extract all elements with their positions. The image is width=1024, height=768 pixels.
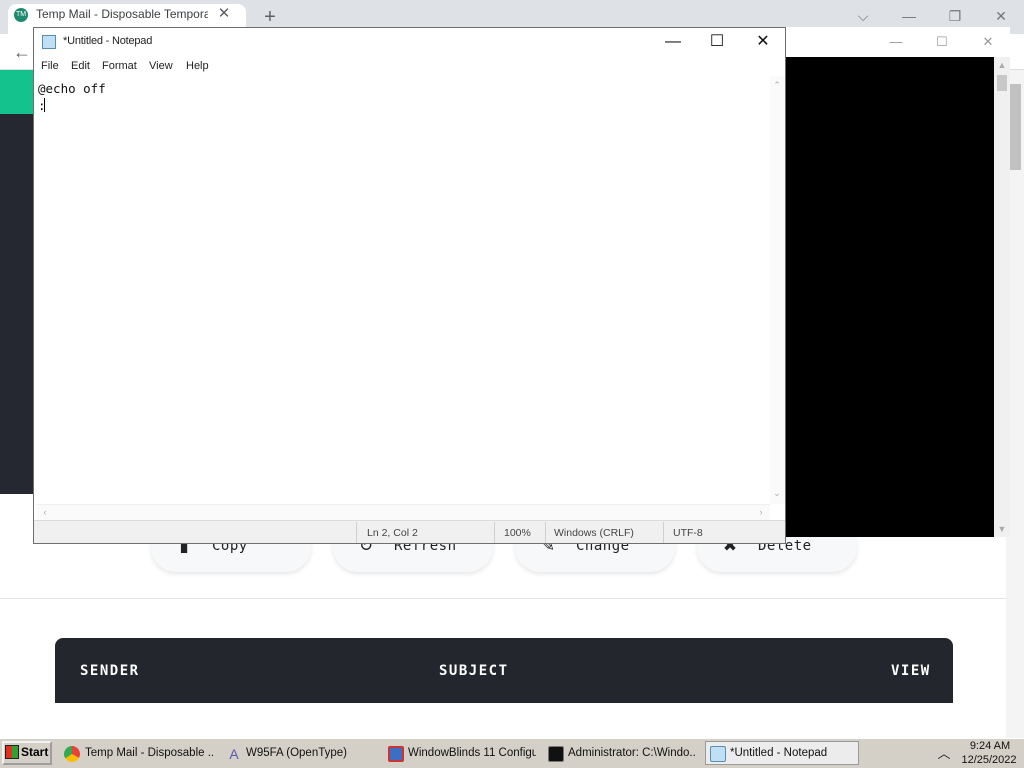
menu-format[interactable]: Format: [102, 60, 137, 72]
section-divider: [0, 598, 1006, 599]
tray-chevron-icon[interactable]: ︿: [934, 744, 954, 764]
taskbar-label-chrome: Temp Mail - Disposable ...: [85, 747, 213, 759]
console-maximize-button[interactable]: ☐: [922, 31, 962, 53]
start-label: Start: [21, 745, 49, 759]
site-hero-panel: [0, 114, 34, 494]
tray-clock-date[interactable]: 12/25/2022: [957, 754, 1021, 766]
page-scroll-thumb[interactable]: [1009, 84, 1021, 170]
browser-minimize-button[interactable]: —: [886, 3, 932, 29]
scroll-right-icon[interactable]: ›: [754, 507, 768, 517]
notepad-maximize-button[interactable]: ☐: [694, 30, 740, 54]
console-scroll-thumb[interactable]: [997, 75, 1007, 91]
chrome-icon: [64, 746, 80, 762]
notepad-icon: [42, 35, 56, 49]
menu-edit[interactable]: Edit: [71, 60, 90, 72]
menu-help[interactable]: Help: [186, 60, 209, 72]
inbox-table-body: [55, 703, 953, 739]
notepad-window: *Untitled - Notepad — ☐ ✕ File Edit Form…: [33, 27, 786, 544]
text-caret: [44, 98, 45, 112]
back-arrow-icon[interactable]: ←: [10, 40, 34, 64]
status-encoding: UTF-8: [673, 527, 703, 539]
notepad-minimize-button[interactable]: —: [650, 30, 696, 54]
notepad-close-button[interactable]: ✕: [740, 30, 786, 54]
console-minimize-button[interactable]: —: [876, 31, 916, 53]
notepad-status-bar: Ln 2, Col 2 100% Windows (CRLF) UTF-8: [34, 520, 785, 543]
windows-logo-icon: [5, 745, 19, 759]
menu-file[interactable]: File: [41, 60, 59, 72]
notepad-menubar: File Edit Format View Help: [34, 56, 785, 76]
scroll-down-icon[interactable]: ⌄: [770, 488, 784, 499]
inbox-col-sender: SENDER: [80, 663, 140, 679]
tab-close-icon[interactable]: ✕: [216, 5, 232, 23]
notepad-content[interactable]: @echo off :: [38, 80, 106, 114]
status-zoom: 100%: [504, 527, 531, 539]
status-separator: [663, 522, 664, 543]
site-header-accent: [0, 70, 34, 114]
tab-search-dropdown-icon[interactable]: ⌵: [840, 3, 886, 29]
taskbar-label-windowblinds: WindowBlinds 11 Configu...: [408, 747, 536, 759]
notepad-icon: [710, 746, 726, 762]
font-icon: A: [229, 746, 239, 762]
taskbar-label-console: Administrator: C:\Windo...: [568, 747, 696, 759]
scroll-up-icon[interactable]: ⌃: [770, 80, 784, 91]
console-scroll-up-icon[interactable]: ▲: [995, 60, 1009, 70]
windowblinds-icon: [388, 746, 404, 762]
browser-restore-button[interactable]: ❐: [932, 3, 978, 29]
tray-clock-time[interactable]: 9:24 AM: [960, 740, 1020, 752]
inbox-col-view: VIEW: [891, 663, 931, 679]
notepad-text-area[interactable]: [36, 76, 770, 504]
tempmail-favicon-icon: TM: [14, 8, 28, 22]
notepad-title: *Untitled - Notepad: [63, 35, 153, 47]
console-scrollbar[interactable]: [994, 57, 1010, 537]
status-separator: [545, 522, 546, 543]
status-separator: [356, 522, 357, 543]
scroll-left-icon[interactable]: ‹: [38, 507, 52, 517]
console-scroll-down-icon[interactable]: ▼: [995, 524, 1009, 534]
console-output[interactable]: [786, 57, 994, 537]
inbox-col-subject: SUBJECT: [439, 663, 509, 679]
notepad-vertical-scrollbar[interactable]: ⌃ ⌄: [770, 76, 785, 504]
browser-close-button[interactable]: ✕: [978, 3, 1024, 29]
status-line-endings: Windows (CRLF): [554, 527, 634, 539]
browser-tab-title: Temp Mail - Disposable Temporary Email: [36, 7, 208, 21]
status-cursor-position: Ln 2, Col 2: [367, 527, 418, 539]
menu-view[interactable]: View: [149, 60, 173, 72]
taskbar-label-font: W95FA (OpenType): [246, 747, 347, 759]
console-icon: [548, 746, 564, 762]
new-tab-button[interactable]: +: [258, 6, 282, 28]
status-separator: [494, 522, 495, 543]
console-close-button[interactable]: ✕: [968, 31, 1008, 53]
notepad-horizontal-scrollbar[interactable]: ‹ ›: [36, 504, 770, 520]
taskbar-label-notepad: *Untitled - Notepad: [730, 747, 828, 759]
